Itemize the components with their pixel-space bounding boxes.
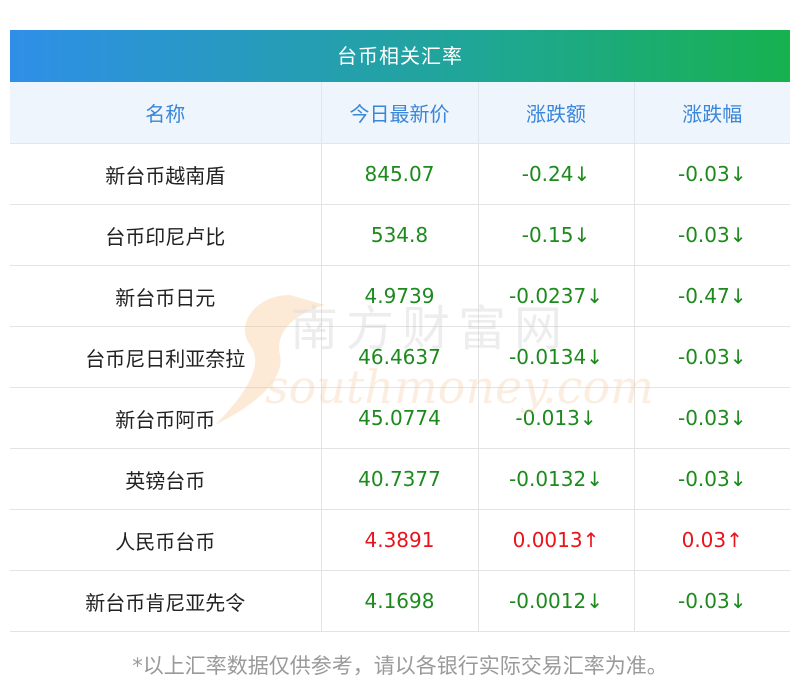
change-percent: -0.03↓ [634,570,790,632]
change-percent: -0.03↓ [634,326,790,388]
change-percent: 0.03↑ [634,509,790,571]
table-row: 台币印尼卢比 534.8 -0.15↓ -0.03↓ [10,204,790,266]
table-row: 英镑台币 40.7377 -0.0132↓ -0.03↓ [10,448,790,510]
table-row: 新台币越南盾 845.07 -0.24↓ -0.03↓ [10,143,790,205]
rate-table-card: 台币相关汇率 名称 今日最新价 涨跌额 涨跌幅 新台币越南盾 845.07 -0… [10,30,790,632]
table-row: 新台币肯尼亚先令 4.1698 -0.0012↓ -0.03↓ [10,570,790,632]
change-amount: 0.0013↑ [478,509,635,571]
pair-name: 台币尼日利亚奈拉 [10,326,322,388]
table-row: 人民币台币 4.3891 0.0013↑ 0.03↑ [10,509,790,571]
change-percent: -0.03↓ [634,204,790,266]
pair-name: 新台币阿币 [10,387,322,449]
change-amount: -0.24↓ [478,143,635,205]
pair-name: 人民币台币 [10,509,322,571]
header-pct: 涨跌幅 [634,82,790,144]
pair-name: 新台币越南盾 [10,143,322,205]
change-percent: -0.03↓ [634,143,790,205]
change-amount: -0.15↓ [478,204,635,266]
header-name: 名称 [10,82,322,144]
pair-name: 新台币肯尼亚先令 [10,570,322,632]
pair-name: 英镑台币 [10,448,322,510]
latest-price: 40.7377 [321,448,479,510]
latest-price: 845.07 [321,143,479,205]
change-amount: -0.0132↓ [478,448,635,510]
header-change: 涨跌额 [478,82,635,144]
rate-table: 名称 今日最新价 涨跌额 涨跌幅 新台币越南盾 845.07 -0.24↓ -0… [10,82,790,632]
footnote: *以上汇率数据仅供参考，请以各银行实际交易汇率为准。 [132,654,668,678]
change-percent: -0.03↓ [634,387,790,449]
table-row: 新台币日元 4.9739 -0.0237↓ -0.47↓ [10,265,790,327]
table-row: 台币尼日利亚奈拉 46.4637 -0.0134↓ -0.03↓ [10,326,790,388]
latest-price: 534.8 [321,204,479,266]
change-percent: -0.03↓ [634,448,790,510]
latest-price: 4.9739 [321,265,479,327]
table-title: 台币相关汇率 [10,30,790,82]
change-amount: -0.0134↓ [478,326,635,388]
latest-price: 46.4637 [321,326,479,388]
pair-name: 台币印尼卢比 [10,204,322,266]
latest-price: 4.3891 [321,509,479,571]
change-amount: -0.0237↓ [478,265,635,327]
latest-price: 45.0774 [321,387,479,449]
change-amount: -0.0012↓ [478,570,635,632]
table-header-row: 名称 今日最新价 涨跌额 涨跌幅 [10,82,790,144]
pair-name: 新台币日元 [10,265,322,327]
change-percent: -0.47↓ [634,265,790,327]
latest-price: 4.1698 [321,570,479,632]
change-amount: -0.013↓ [478,387,635,449]
header-price: 今日最新价 [321,82,479,144]
table-row: 新台币阿币 45.0774 -0.013↓ -0.03↓ [10,387,790,449]
